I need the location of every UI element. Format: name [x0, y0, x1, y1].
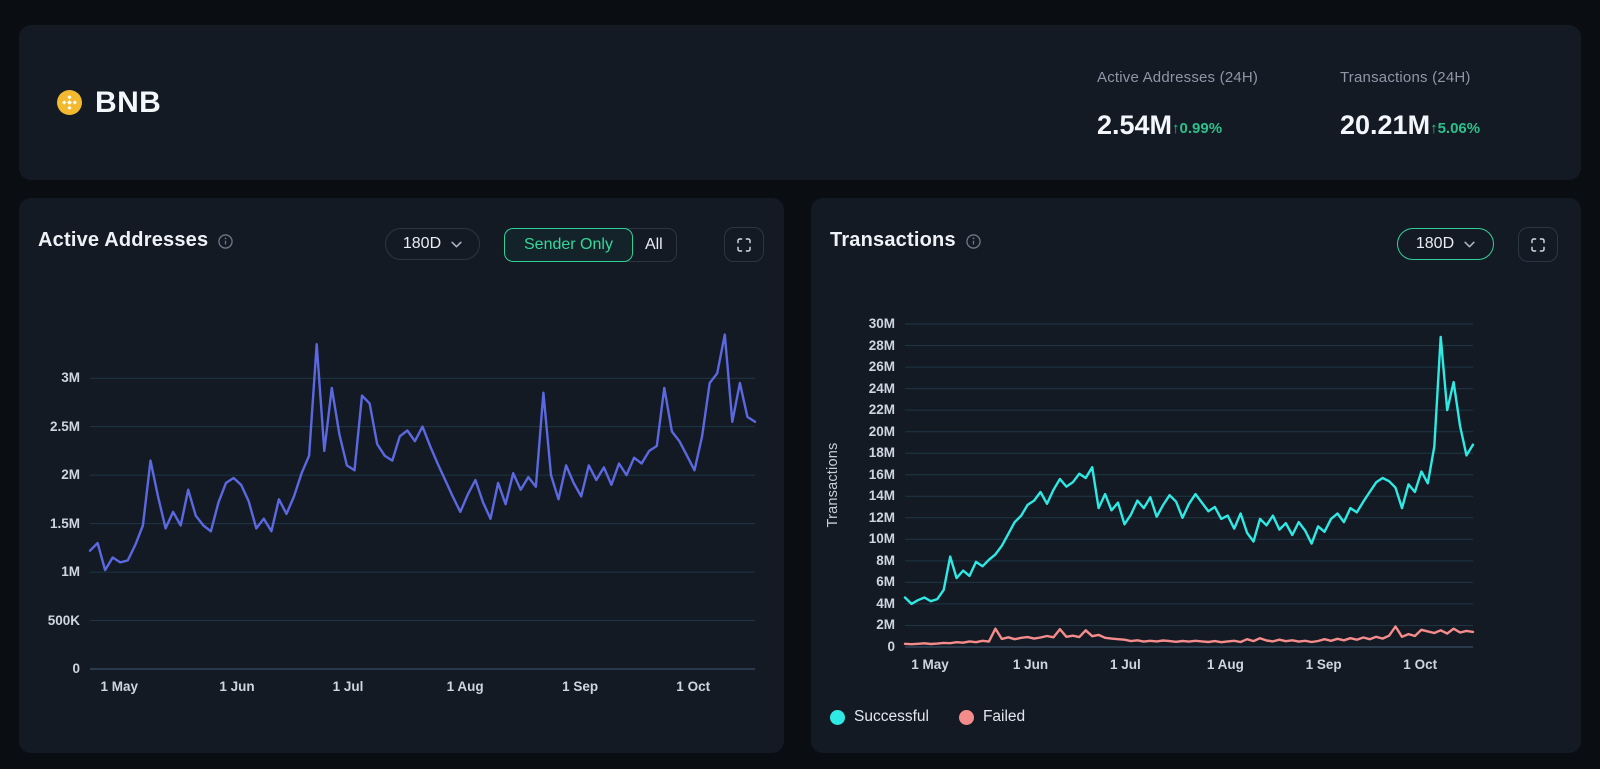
- legend-label: Successful: [854, 708, 929, 726]
- header-card: BNB Active Addresses (24H) 2.54M ↑ 0.99%…: [19, 25, 1581, 180]
- bnb-logo-icon: [57, 90, 82, 115]
- y-tick-label: 2M: [19, 466, 80, 484]
- active-addresses-chart[interactable]: 0 500K 1M 1.5M 2M 2.5M 3M 1 May 1 Jun 1 Jul 1 Aug 1…: [19, 198, 784, 753]
- stat-value: 2.54M: [1097, 112, 1172, 139]
- x-tick-label: 1 Oct: [1403, 657, 1437, 672]
- y-tick-label: 0: [19, 660, 80, 678]
- y-tick-label: 500K: [19, 612, 80, 630]
- y-tick-label: 1M: [19, 563, 80, 581]
- stat-label: Transactions (24H): [1340, 70, 1480, 86]
- stat-active-addresses: Active Addresses (24H) 2.54M ↑ 0.99%: [1097, 70, 1258, 139]
- y-tick-label: 14M: [811, 487, 895, 505]
- failed-dot-icon: [959, 710, 974, 725]
- y-tick-label: 2.5M: [19, 418, 80, 436]
- panel-transactions: Transactions 180D Tr: [811, 198, 1581, 753]
- y-tick-label: 8M: [811, 552, 895, 570]
- up-arrow-icon: ↑: [1172, 121, 1180, 136]
- y-tick-label: 16M: [811, 466, 895, 484]
- stat-change: ↑ 0.99%: [1172, 120, 1222, 139]
- y-tick-label: 18M: [811, 444, 895, 462]
- legend-label: Failed: [983, 708, 1025, 726]
- x-tick-label: 1 Jun: [1013, 657, 1048, 672]
- stat-value: 20.21M: [1340, 112, 1430, 139]
- x-tick-label: 1 May: [911, 657, 949, 672]
- stat-change-value: 0.99%: [1180, 120, 1223, 137]
- panel-active-addresses: Active Addresses 180D Sender Only All: [19, 198, 784, 753]
- legend-item-failed[interactable]: Failed: [959, 708, 1025, 726]
- coin-name: BNB: [95, 86, 161, 120]
- x-tick-label: 1 Aug: [1207, 657, 1244, 672]
- y-tick-label: 28M: [811, 337, 895, 355]
- y-tick-label: 10M: [811, 530, 895, 548]
- coin-header: BNB: [57, 25, 161, 180]
- x-tick-label: 1 Sep: [1306, 657, 1342, 672]
- y-tick-label: 6M: [811, 573, 895, 591]
- legend-item-successful[interactable]: Successful: [830, 708, 929, 726]
- y-tick-label: 24M: [811, 380, 895, 398]
- chart-legend: Successful Failed: [830, 708, 1025, 726]
- x-tick-label: 1 Aug: [447, 679, 484, 694]
- x-tick-label: 1 Jul: [333, 679, 364, 694]
- y-tick-label: 1.5M: [19, 515, 80, 533]
- successful-dot-icon: [830, 710, 845, 725]
- y-tick-label: 26M: [811, 358, 895, 376]
- transactions-chart[interactable]: 0 2M 4M 6M 8M 10M 12M 14M 16M 18M 20M 22M 24M 26M 28M 3…: [811, 198, 1581, 753]
- x-tick-label: 1 Jun: [219, 679, 254, 694]
- x-tick-label: 1 May: [101, 679, 139, 694]
- stat-transactions: Transactions (24H) 20.21M ↑ 5.06%: [1340, 70, 1480, 139]
- y-tick-label: 20M: [811, 423, 895, 441]
- stat-label: Active Addresses (24H): [1097, 70, 1258, 86]
- y-tick-label: 22M: [811, 401, 895, 419]
- page: BNB Active Addresses (24H) 2.54M ↑ 0.99%…: [0, 0, 1600, 769]
- y-tick-label: 2M: [811, 616, 895, 634]
- x-tick-label: 1 Jul: [1110, 657, 1141, 672]
- y-tick-label: 4M: [811, 595, 895, 613]
- stat-change: ↑ 5.06%: [1430, 120, 1480, 139]
- y-tick-label: 3M: [19, 369, 80, 387]
- y-tick-label: 12M: [811, 509, 895, 527]
- x-tick-label: 1 Oct: [676, 679, 710, 694]
- y-tick-label: 0: [811, 638, 895, 656]
- stat-change-value: 5.06%: [1438, 120, 1481, 137]
- up-arrow-icon: ↑: [1430, 121, 1438, 136]
- y-tick-label: 30M: [811, 315, 895, 333]
- x-tick-label: 1 Sep: [562, 679, 598, 694]
